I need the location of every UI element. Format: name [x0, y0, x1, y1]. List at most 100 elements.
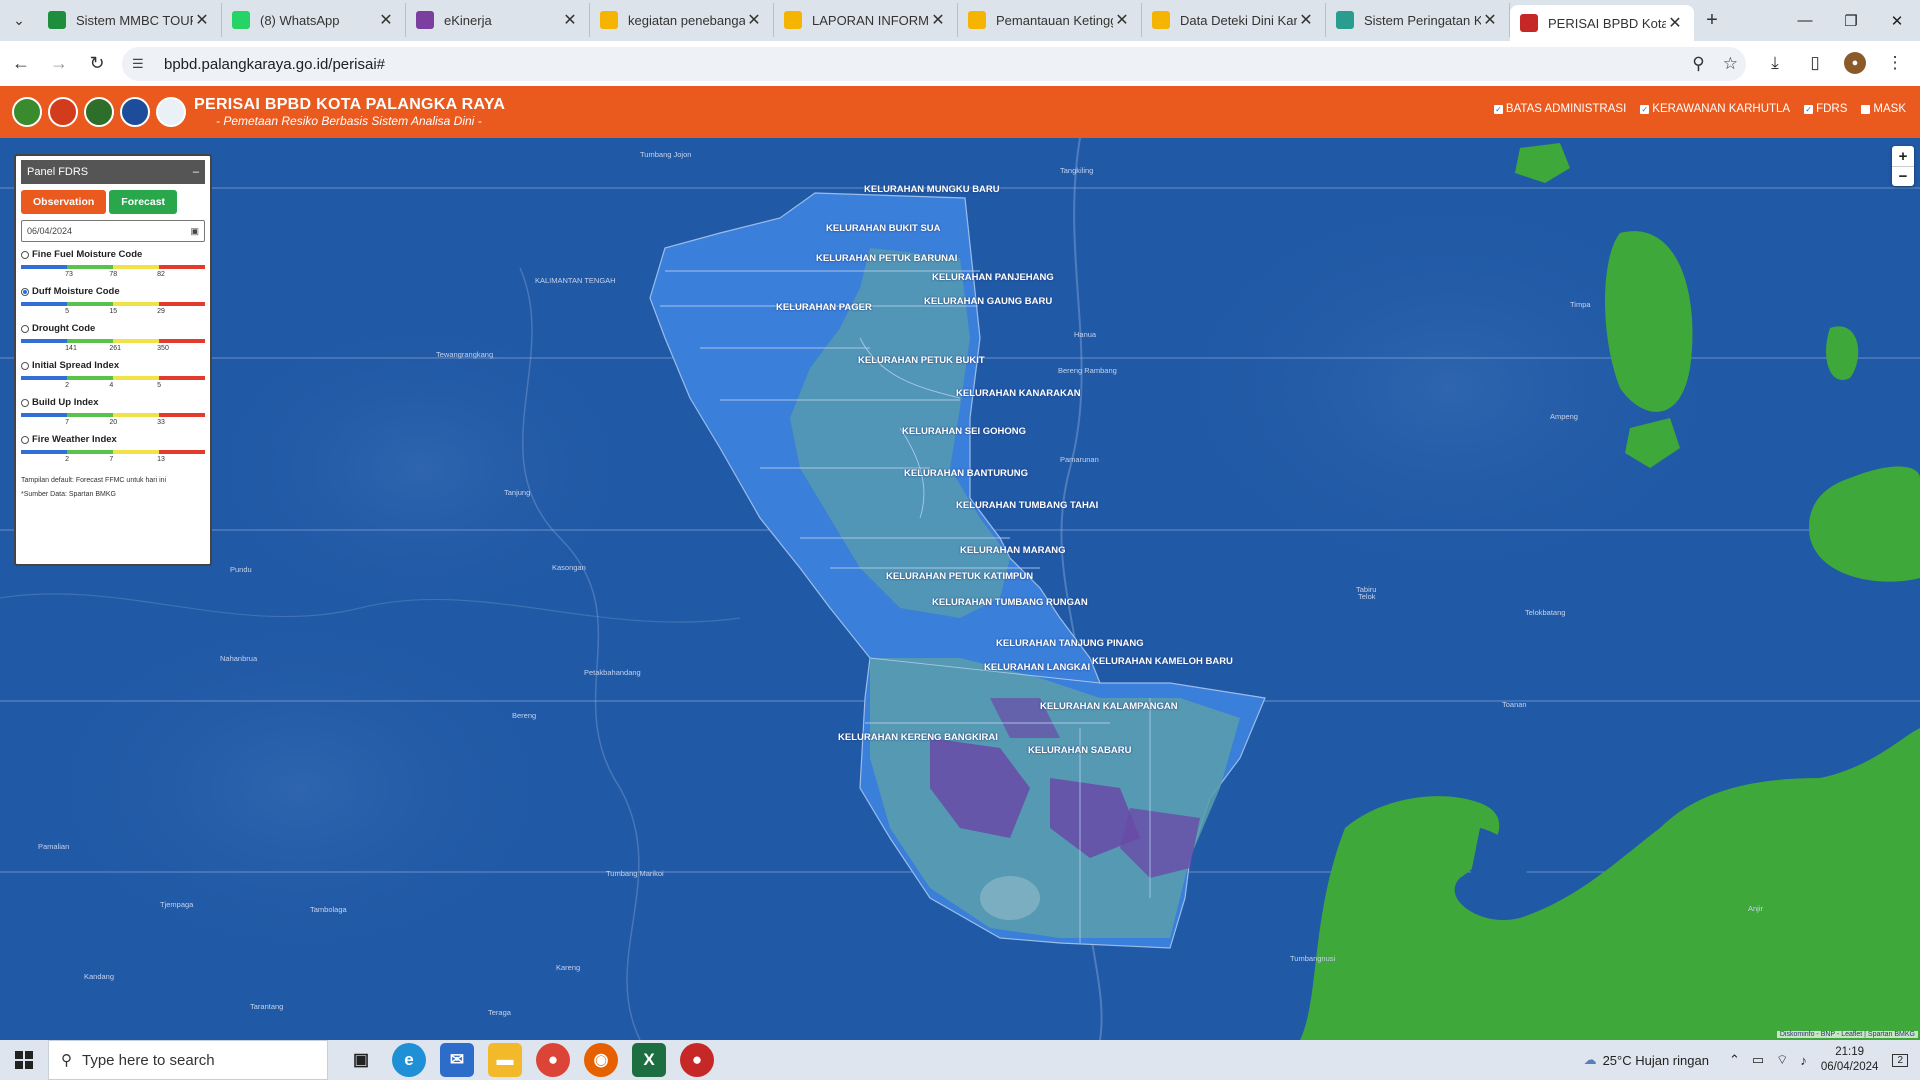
calendar-icon[interactable]: ▣: [190, 226, 199, 237]
profile-avatar[interactable]: ●: [1844, 52, 1866, 74]
index-label-row[interactable]: Duff Moisture Code: [21, 286, 205, 297]
browser-tab[interactable]: Pemantauan Ketingg ✕: [958, 3, 1142, 37]
radio-unselected-icon[interactable]: [21, 361, 29, 370]
meet-icon[interactable]: ▭: [1752, 1052, 1764, 1068]
radio-unselected-icon[interactable]: [21, 250, 29, 259]
zoom-icon[interactable]: ⚲: [1692, 54, 1704, 74]
index-label-row[interactable]: Fire Weather Index: [21, 434, 205, 445]
network-icon[interactable]: ⌔: [1776, 1052, 1788, 1068]
radio-unselected-icon[interactable]: [21, 324, 29, 333]
index-label-row[interactable]: Fine Fuel Moisture Code: [21, 249, 205, 260]
forward-icon[interactable]: →: [42, 47, 76, 81]
index-label-row[interactable]: Build Up Index: [21, 397, 205, 408]
checkbox-checked-icon[interactable]: ✓: [1804, 104, 1814, 114]
map-canvas[interactable]: KELURAHAN MUNGKU BARU KELURAHAN BUKIT SUA…: [0, 138, 1920, 1040]
index-label-row[interactable]: Drought Code: [21, 323, 205, 334]
close-tab-icon[interactable]: ✕: [377, 10, 395, 30]
file-explorer-icon[interactable]: ▬: [488, 1043, 522, 1077]
panel-collapse-button[interactable]: –: [193, 166, 199, 178]
layer-batas-administrasi[interactable]: ✓ BATAS ADMINISTRASI: [1493, 103, 1626, 115]
zoom-out-button[interactable]: −: [1892, 166, 1914, 186]
windows-start-icon[interactable]: [0, 1040, 48, 1080]
close-tab-icon[interactable]: ✕: [561, 10, 579, 30]
download-icon[interactable]: ⤓: [1758, 46, 1792, 80]
restore-icon[interactable]: ❐: [1828, 0, 1874, 41]
mail-icon[interactable]: ✉: [440, 1043, 474, 1077]
browser-tab[interactable]: eKinerja ✕: [406, 3, 590, 37]
date-input[interactable]: 06/04/2024 ▣: [21, 220, 205, 242]
close-tab-icon[interactable]: ✕: [745, 10, 763, 30]
browser-tab[interactable]: kegiatan penebangan ✕: [590, 3, 774, 37]
radio-unselected-icon[interactable]: [21, 435, 29, 444]
checkbox-checked-icon[interactable]: ✓: [1640, 104, 1650, 114]
layer-mask[interactable]: MASK: [1861, 103, 1906, 115]
volume-icon[interactable]: ♪: [1800, 1053, 1807, 1068]
close-tab-icon[interactable]: ✕: [929, 10, 947, 30]
browser-tab[interactable]: Data Deteki Dini Karh ✕: [1142, 3, 1326, 37]
default-view-note: Tampilan default: Forecast FFMC untuk ha…: [21, 477, 167, 484]
close-tab-icon[interactable]: ✕: [1666, 13, 1684, 33]
menu-kebab-icon[interactable]: ⋮: [1878, 46, 1912, 80]
bnpb-logo-icon: [120, 97, 150, 127]
bmkg-logo-icon: [156, 97, 186, 127]
excel-icon[interactable]: X: [632, 1043, 666, 1077]
tray-chevron-icon[interactable]: ⌃: [1729, 1052, 1740, 1068]
task-view-icon[interactable]: ▣: [344, 1043, 378, 1077]
observation-button[interactable]: Observation: [21, 190, 107, 214]
close-window-icon[interactable]: ✕: [1874, 0, 1920, 41]
address-bar[interactable]: ☰ bpbd.palangkaraya.go.id/perisai# ⚲ ☆: [122, 47, 1746, 81]
city-logo-icon: [12, 97, 42, 127]
site-info-icon[interactable]: ☰: [132, 56, 152, 72]
notification-icon[interactable]: 2: [1892, 1053, 1908, 1067]
side-panel-icon[interactable]: ▯: [1798, 46, 1832, 80]
kelurahan-label: KELURAHAN SABARU: [1028, 745, 1132, 756]
kelurahan-label: KELURAHAN PAGER: [776, 302, 872, 313]
scale-tick-label: 4: [109, 382, 114, 389]
zoom-in-button[interactable]: +: [1892, 146, 1914, 166]
reload-icon[interactable]: ↻: [80, 47, 114, 81]
fdrs-index-option[interactable]: Initial Spread Index 2 4 5: [21, 360, 205, 390]
fdrs-index-option[interactable]: Build Up Index 7 20 33: [21, 397, 205, 427]
new-tab-button[interactable]: +: [1694, 3, 1730, 37]
panel-notes: Tampilan default: Forecast FFMC untuk ha…: [21, 474, 205, 502]
place-label: Kareng: [556, 963, 581, 972]
back-icon[interactable]: ←: [4, 47, 38, 81]
browser-tab[interactable]: PERISAI BPBD Kota P✕: [1510, 5, 1694, 41]
layer-kerawanan-karhutla[interactable]: ✓ KERAWANAN KARHUTLA: [1640, 103, 1790, 115]
radio-unselected-icon[interactable]: [21, 398, 29, 407]
place-label: Hanua: [1074, 330, 1097, 339]
fdrs-index-option[interactable]: Fine Fuel Moisture Code 73 78 82: [21, 249, 205, 279]
scale-tick-label: 5: [65, 308, 70, 315]
fdrs-index-option[interactable]: Duff Moisture Code 5 15 29: [21, 286, 205, 316]
chrome-profile-icon[interactable]: ●: [680, 1043, 714, 1077]
close-tab-icon[interactable]: ✕: [1113, 10, 1131, 30]
kelurahan-label: KELURAHAN PETUK BARUNAI: [816, 253, 958, 264]
browser-tab[interactable]: Sistem MMBC TOUR ✕: [38, 3, 222, 37]
close-tab-icon[interactable]: ✕: [1297, 10, 1315, 30]
minimize-icon[interactable]: —: [1782, 0, 1828, 41]
forecast-button[interactable]: Forecast: [109, 190, 178, 214]
taskbar-search-box[interactable]: ⚲ Type here to search: [48, 1040, 328, 1080]
bookmark-star-icon[interactable]: ☆: [1723, 54, 1738, 74]
browser-tab[interactable]: (8) WhatsApp ✕: [222, 3, 406, 37]
browser-tab[interactable]: Sistem Peringatan Ke ✕: [1326, 3, 1510, 37]
close-tab-icon[interactable]: ✕: [1481, 10, 1499, 30]
chrome-icon[interactable]: ●: [536, 1043, 570, 1077]
close-tab-icon[interactable]: ✕: [193, 10, 211, 30]
map-attribution[interactable]: Diskominfo - BNP - Leaflet | Spartan BMK…: [1776, 1031, 1918, 1038]
index-label-row[interactable]: Initial Spread Index: [21, 360, 205, 371]
fdrs-index-option[interactable]: Drought Code 141 261 350: [21, 323, 205, 353]
weather-cloud-icon[interactable]: ☁: [1584, 1052, 1597, 1068]
weather-text[interactable]: 25°C Hujan ringan: [1603, 1053, 1709, 1068]
checkbox-checked-icon[interactable]: ✓: [1493, 104, 1503, 114]
layer-fdrs[interactable]: ✓ FDRS: [1804, 103, 1847, 115]
clock[interactable]: 21:19 06/04/2024: [1821, 1045, 1879, 1075]
firefox-icon[interactable]: ◉: [584, 1043, 618, 1077]
fdrs-index-option[interactable]: Fire Weather Index 2 7 13: [21, 434, 205, 464]
checkbox-unchecked-icon[interactable]: [1861, 104, 1871, 114]
tab-search-chevron-icon[interactable]: ⌄: [0, 0, 38, 41]
browser-tab[interactable]: LAPORAN INFORMA ✕: [774, 3, 958, 37]
tab-title: Data Deteki Dini Karh: [1180, 12, 1297, 28]
edge-icon[interactable]: e: [392, 1043, 426, 1077]
radio-selected-icon[interactable]: [21, 287, 29, 296]
